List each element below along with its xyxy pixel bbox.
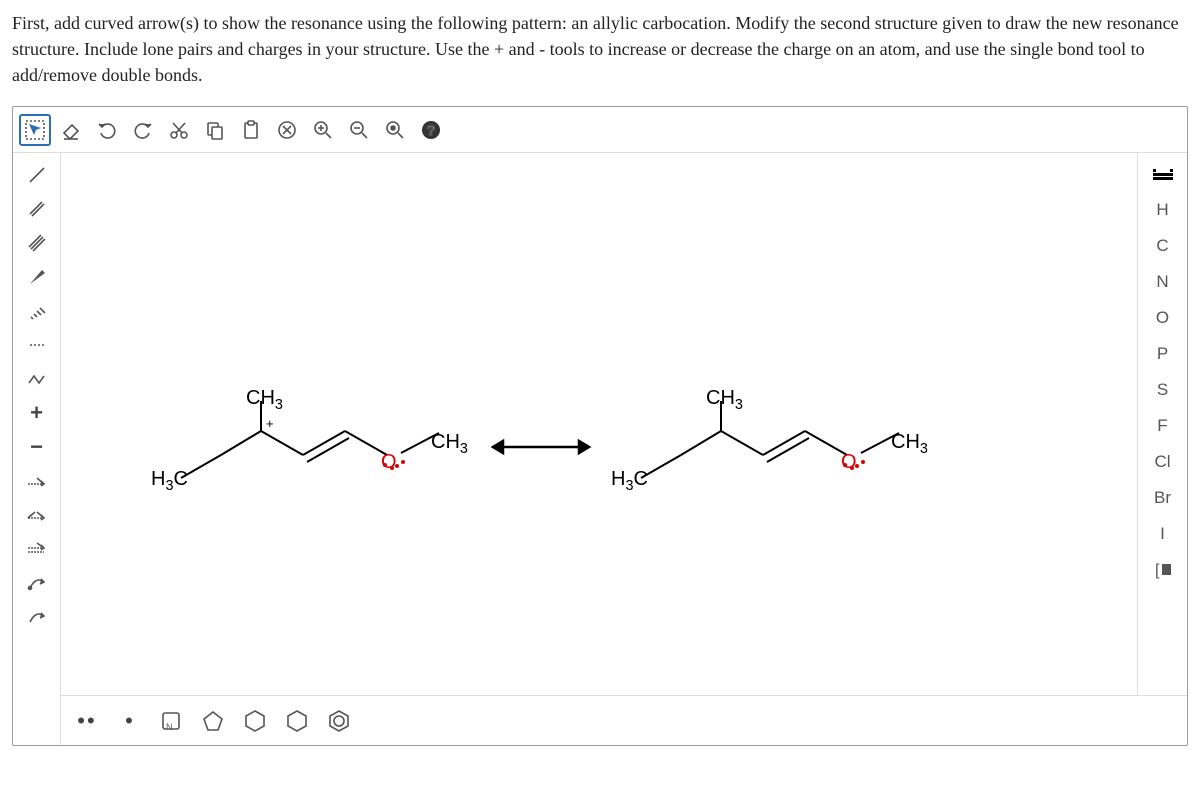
lone-pair-2-icon[interactable]: •• bbox=[71, 705, 103, 737]
dashed-bond-icon[interactable] bbox=[21, 329, 53, 361]
hash-bond-icon[interactable] bbox=[21, 295, 53, 327]
svg-text:N: N bbox=[166, 722, 173, 732]
right-toolbar: H C N O P S F Cl Br I [ bbox=[1137, 153, 1187, 695]
atom-o-button[interactable]: O bbox=[1146, 301, 1180, 335]
atom-p-button[interactable]: P bbox=[1146, 337, 1180, 371]
delete-circle-icon[interactable] bbox=[271, 114, 303, 146]
atom-h-button[interactable]: H bbox=[1146, 193, 1180, 227]
drawing-canvas[interactable]: + H3C CH3 O CH3 bbox=[61, 153, 1137, 695]
triple-bond-icon[interactable] bbox=[21, 227, 53, 259]
structure-left: + bbox=[141, 383, 461, 513]
svg-text:+: + bbox=[266, 416, 274, 431]
structure-right bbox=[601, 383, 921, 513]
eraser-tool-icon[interactable] bbox=[55, 114, 87, 146]
periodic-table-icon[interactable] bbox=[1147, 159, 1179, 191]
right-ch3-right-label: CH3 bbox=[891, 431, 928, 457]
atom-f-button[interactable]: F bbox=[1146, 409, 1180, 443]
ring-6-icon[interactable] bbox=[239, 705, 271, 737]
pushing-arrow-2-icon[interactable] bbox=[21, 499, 53, 531]
charge-plus-icon[interactable]: + bbox=[21, 397, 53, 429]
undo-icon[interactable] bbox=[91, 114, 123, 146]
benzene-icon[interactable] bbox=[323, 705, 355, 737]
zoom-out-icon[interactable] bbox=[343, 114, 375, 146]
right-ch3-top-label: CH3 bbox=[706, 387, 743, 413]
copy-icon[interactable] bbox=[199, 114, 231, 146]
chemistry-editor: ? + − H C N O P S F Cl Br I [ •• • N bbox=[12, 106, 1188, 746]
atom-n-button[interactable]: N bbox=[1146, 265, 1180, 299]
wedge-bond-icon[interactable] bbox=[21, 261, 53, 293]
atom-c-button[interactable]: C bbox=[1146, 229, 1180, 263]
instructions-text: First, add curved arrow(s) to show the r… bbox=[12, 10, 1188, 88]
left-ch3-top-label: CH3 bbox=[246, 387, 283, 413]
pushing-arrow-3-icon[interactable] bbox=[21, 533, 53, 565]
curved-arrow-full-icon[interactable] bbox=[21, 601, 53, 633]
atom-cl-button[interactable]: Cl bbox=[1146, 445, 1180, 479]
curved-arrow-half-icon[interactable] bbox=[21, 567, 53, 599]
left-toolbar: + − bbox=[13, 153, 61, 745]
ring-N-icon[interactable]: N bbox=[155, 705, 187, 737]
group-tool-icon[interactable]: [ bbox=[1147, 553, 1179, 585]
ring-6b-icon[interactable] bbox=[281, 705, 313, 737]
redo-icon[interactable] bbox=[127, 114, 159, 146]
left-ch3-right-label: CH3 bbox=[431, 431, 468, 457]
right-h3c-label: H3C bbox=[611, 468, 648, 494]
charge-minus-icon[interactable]: − bbox=[21, 431, 53, 463]
single-bond-icon[interactable] bbox=[21, 159, 53, 191]
ring-5-icon[interactable] bbox=[197, 705, 229, 737]
zoom-in-icon[interactable] bbox=[307, 114, 339, 146]
svg-text:[: [ bbox=[1155, 562, 1160, 579]
atom-s-button[interactable]: S bbox=[1146, 373, 1180, 407]
paste-icon[interactable] bbox=[235, 114, 267, 146]
lone-pair-1-icon[interactable]: • bbox=[113, 705, 145, 737]
bottom-toolbar: •• • N bbox=[61, 695, 1187, 745]
atom-br-button[interactable]: Br bbox=[1146, 481, 1180, 515]
left-h3c-label: H3C bbox=[151, 468, 188, 494]
resonance-arrow-icon bbox=[481, 435, 601, 459]
right-o-label: O bbox=[841, 451, 857, 474]
atom-i-button[interactable]: I bbox=[1146, 517, 1180, 551]
zoom-fit-icon[interactable] bbox=[379, 114, 411, 146]
top-toolbar: ? bbox=[13, 107, 1187, 153]
cut-icon[interactable] bbox=[163, 114, 195, 146]
double-bond-icon[interactable] bbox=[21, 193, 53, 225]
pushing-arrow-1-icon[interactable] bbox=[21, 465, 53, 497]
svg-text:?: ? bbox=[427, 122, 436, 138]
help-icon[interactable]: ? bbox=[415, 114, 447, 146]
chain-tool-icon[interactable] bbox=[21, 363, 53, 395]
selection-tool-icon[interactable] bbox=[19, 114, 51, 146]
left-o-label: O bbox=[381, 451, 397, 474]
